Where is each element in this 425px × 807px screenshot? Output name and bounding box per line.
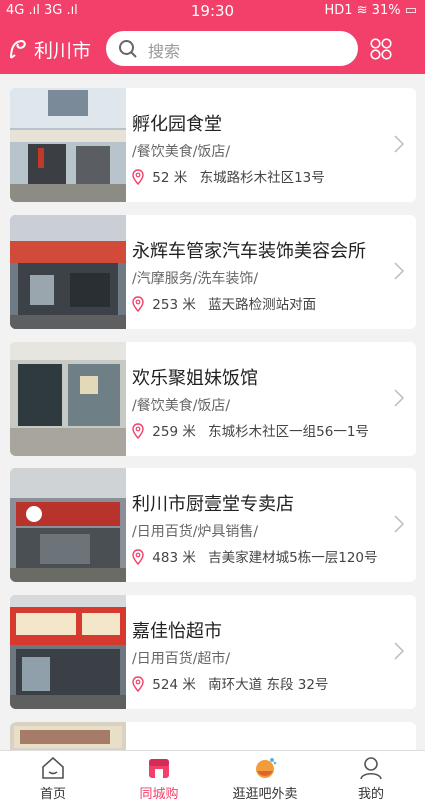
location-pin-icon	[132, 676, 144, 692]
shop-category: /日用百货/炉具销售/	[132, 524, 259, 540]
chevron-right-icon	[394, 389, 404, 407]
home-icon	[42, 756, 64, 779]
shop-distance: 259 米	[152, 424, 196, 440]
shop-photo	[10, 215, 126, 329]
chevron-right-icon	[394, 135, 404, 153]
shop-card[interactable]: 嘉佳怡超市 /日用百货/超市/ 524 米 南环大道 东段 32号	[10, 595, 416, 709]
shop-title: 欢乐聚姐妹饭馆	[132, 368, 258, 389]
tab-home-label: 首页	[39, 787, 66, 802]
shop-address: 吉美家建材城5栋一层120号	[208, 550, 378, 566]
chevron-right-icon	[394, 262, 404, 280]
shop-distance: 524 米	[152, 677, 196, 693]
shop-card[interactable]: 欢乐聚姐妹饭馆 /餐饮美食/饭店/ 259 米 东城杉木社区一组56一1号	[10, 342, 416, 456]
shop-address-row: 524 米 南环大道 东段 32号	[132, 673, 328, 693]
tab-local-shop-label: 同城购	[139, 787, 179, 802]
search-placeholder: 搜索	[148, 42, 181, 61]
shop-title: 利川市厨壹堂专卖店	[132, 494, 294, 515]
logo-icon	[10, 39, 26, 59]
location-pin-icon	[132, 549, 144, 565]
shop-address: 东城路杉木社区13号	[199, 170, 325, 186]
tab-takeout[interactable]: 逛逛吧外卖	[212, 751, 318, 807]
shop-icon	[149, 759, 169, 778]
location-pin-icon	[132, 169, 144, 185]
shop-card[interactable]: 永辉车管家汽车装饰美容会所 /汽摩服务/洗车装饰/ 253 米 蓝天路检测站对面	[10, 215, 416, 329]
tab-takeout-label: 逛逛吧外卖	[232, 787, 298, 802]
shop-category: /餐饮美食/饭店/	[132, 398, 231, 414]
shop-address-row: 483 米 吉美家建材城5栋一层120号	[132, 546, 378, 566]
shop-category: /汽摩服务/洗车装饰/	[132, 271, 259, 287]
shop-address-row: 253 米 蓝天路检测站对面	[132, 293, 316, 313]
shop-address: 南环大道 东段 32号	[208, 677, 329, 693]
chevron-right-icon	[394, 515, 404, 533]
shop-photo	[10, 468, 126, 582]
category-grid-icon[interactable]	[370, 38, 392, 60]
battery-status: HD1 ≋ 31% ▭	[324, 3, 417, 18]
shop-photo	[10, 595, 126, 709]
shop-distance: 483 米	[152, 550, 196, 566]
tab-profile-label: 我的	[357, 787, 384, 802]
shop-category: /日用百货/超市/	[132, 651, 231, 667]
shop-title: 永辉车管家汽车装饰美容会所	[132, 241, 366, 262]
shop-distance: 253 米	[152, 297, 196, 313]
tab-home[interactable]: 首页	[0, 751, 106, 807]
shop-title: 孵化园食堂	[132, 114, 222, 135]
location-pin-icon	[132, 296, 144, 312]
city-selector[interactable]: 利川市	[34, 36, 91, 63]
shop-distance: 52 米	[152, 170, 188, 186]
user-icon	[360, 757, 382, 780]
bottom-tab-bar: 首页 同城购 逛逛吧外卖 我的	[0, 750, 425, 807]
location-pin-icon	[132, 423, 144, 439]
tab-local-shop[interactable]: 同城购	[106, 751, 212, 807]
top-header: 利川市 搜索	[0, 22, 425, 74]
status-bar: 4G .ıl 3G .ıl 19:30 HD1 ≋ 31% ▭	[0, 0, 425, 22]
takeout-icon	[256, 758, 277, 778]
shop-photo	[10, 342, 126, 456]
chevron-right-icon	[394, 642, 404, 660]
shop-category: /餐饮美食/饭店/	[132, 144, 231, 160]
shop-address-row: 259 米 东城杉木社区一组56一1号	[132, 420, 369, 440]
shop-address: 东城杉木社区一组56一1号	[208, 424, 369, 440]
shop-title: 嘉佳怡超市	[132, 621, 222, 642]
search-icon	[119, 40, 137, 58]
search-input[interactable]: 搜索	[106, 31, 358, 66]
shop-photo	[10, 88, 126, 202]
shop-card[interactable]: 孵化园食堂 /餐饮美食/饭店/ 52 米 东城路杉木社区13号	[10, 88, 416, 202]
shop-card[interactable]: 利川市厨壹堂专卖店 /日用百货/炉具销售/ 483 米 吉美家建材城5栋一层12…	[10, 468, 416, 582]
shop-address-row: 52 米 东城路杉木社区13号	[132, 166, 325, 186]
shop-address: 蓝天路检测站对面	[208, 297, 317, 313]
tab-profile[interactable]: 我的	[318, 751, 424, 807]
